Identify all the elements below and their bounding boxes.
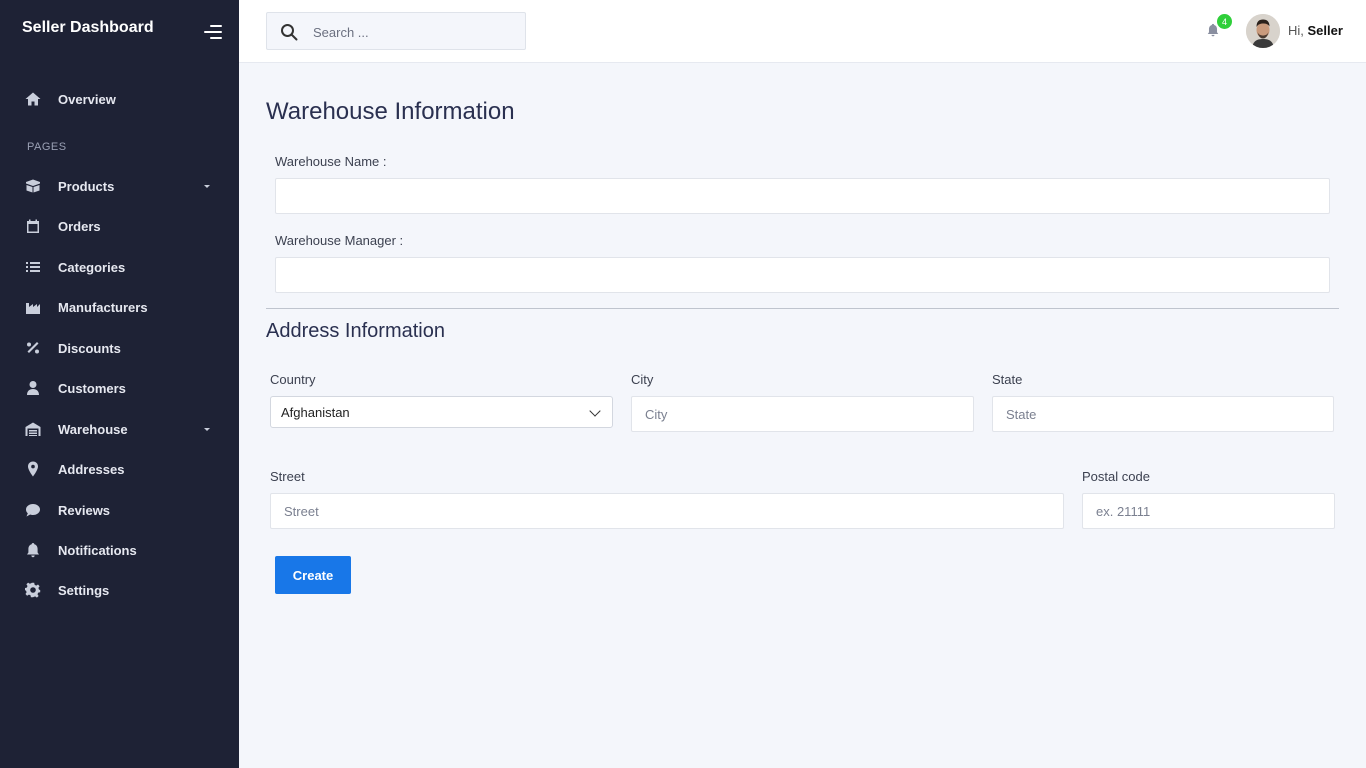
topbar: 4 Hi, Seller (239, 0, 1366, 63)
sidebar-item-label: Manufacturers (58, 299, 148, 315)
state-input[interactable] (992, 396, 1334, 432)
sidebar-item-label: Warehouse (58, 421, 128, 437)
sidebar-item-label: Overview (58, 91, 116, 107)
sidebar-item-label: Addresses (58, 461, 125, 477)
warehouse-name-label: Warehouse Name : (275, 154, 387, 169)
sidebar-item-customers[interactable]: Customers (0, 372, 239, 404)
sidebar-item-warehouse[interactable]: Warehouse (0, 413, 239, 445)
sidebar-item-label: Products (58, 178, 115, 194)
city-label: City (631, 372, 654, 387)
user-greeting[interactable]: Hi, Seller (1288, 23, 1343, 38)
sidebar-item-label: Customers (58, 380, 126, 396)
sidebar-item-label: Discounts (58, 340, 121, 356)
sidebar-item-reviews[interactable]: Reviews (0, 494, 239, 526)
comment-icon (25, 502, 41, 518)
sidebar-item-overview[interactable]: Overview (0, 83, 239, 115)
sidebar-item-orders[interactable]: Orders (0, 210, 239, 242)
warehouse-manager-input[interactable] (275, 257, 1330, 293)
brand-title: Seller Dashboard (22, 19, 154, 36)
city-input[interactable] (631, 396, 974, 432)
sidebar-item-notifications[interactable]: Notifications (0, 534, 239, 566)
sidebar-item-label: Reviews (58, 502, 111, 518)
search-box[interactable] (266, 12, 526, 50)
notification-badge: 4 (1217, 14, 1232, 29)
postal-code-input[interactable] (1082, 493, 1335, 529)
search-icon (281, 24, 298, 41)
sidebar-item-label: Notifications (58, 542, 137, 558)
section-label-pages: PAGES (27, 141, 67, 153)
sidebar-item-label: Orders (58, 218, 101, 234)
chevron-down-icon (204, 184, 210, 188)
sidebar-item-addresses[interactable]: Addresses (0, 453, 239, 485)
warehouse-name-input[interactable] (275, 178, 1330, 214)
bell-icon (25, 542, 41, 558)
sidebar: Seller Dashboard PAGES Overview Products… (0, 0, 239, 768)
gear-icon (25, 582, 41, 598)
warehouse-manager-label: Warehouse Manager : (275, 233, 404, 248)
section-divider (266, 308, 1339, 309)
country-select[interactable]: Afghanistan (270, 396, 613, 428)
menu-toggle-icon[interactable] (202, 24, 222, 40)
home-icon (25, 91, 41, 107)
postal-code-label: Postal code (1082, 469, 1150, 484)
sidebar-item-settings[interactable]: Settings (0, 574, 239, 606)
user-icon (25, 380, 41, 396)
list-icon (25, 259, 41, 275)
box-icon (25, 178, 41, 194)
sidebar-item-label: Settings (58, 582, 110, 598)
search-input[interactable] (313, 22, 513, 42)
user-name: Seller (1307, 23, 1343, 38)
avatar[interactable] (1246, 14, 1280, 48)
percent-icon (25, 340, 41, 356)
create-button[interactable]: Create (275, 556, 351, 594)
sidebar-item-label: Categories (58, 259, 126, 275)
sidebar-item-products[interactable]: Products (0, 170, 239, 202)
country-label: Country (270, 372, 316, 387)
page-title: Warehouse Information (266, 98, 515, 125)
map-pin-icon (25, 461, 41, 477)
sidebar-item-categories[interactable]: Categories (0, 251, 239, 283)
warehouse-icon (25, 421, 41, 437)
sidebar-item-manufacturers[interactable]: Manufacturers (0, 291, 239, 323)
street-label: Street (270, 469, 305, 484)
sidebar-item-discounts[interactable]: Discounts (0, 332, 239, 364)
country-selected-value: Afghanistan (281, 405, 350, 420)
address-section-title: Address Information (266, 320, 445, 342)
street-input[interactable] (270, 493, 1064, 529)
chevron-down-icon (589, 405, 601, 417)
state-label: State (992, 372, 1023, 387)
factory-icon (25, 299, 41, 315)
greeting-prefix: Hi, (1288, 23, 1304, 38)
calendar-icon (25, 218, 41, 234)
chevron-down-icon (204, 427, 210, 431)
